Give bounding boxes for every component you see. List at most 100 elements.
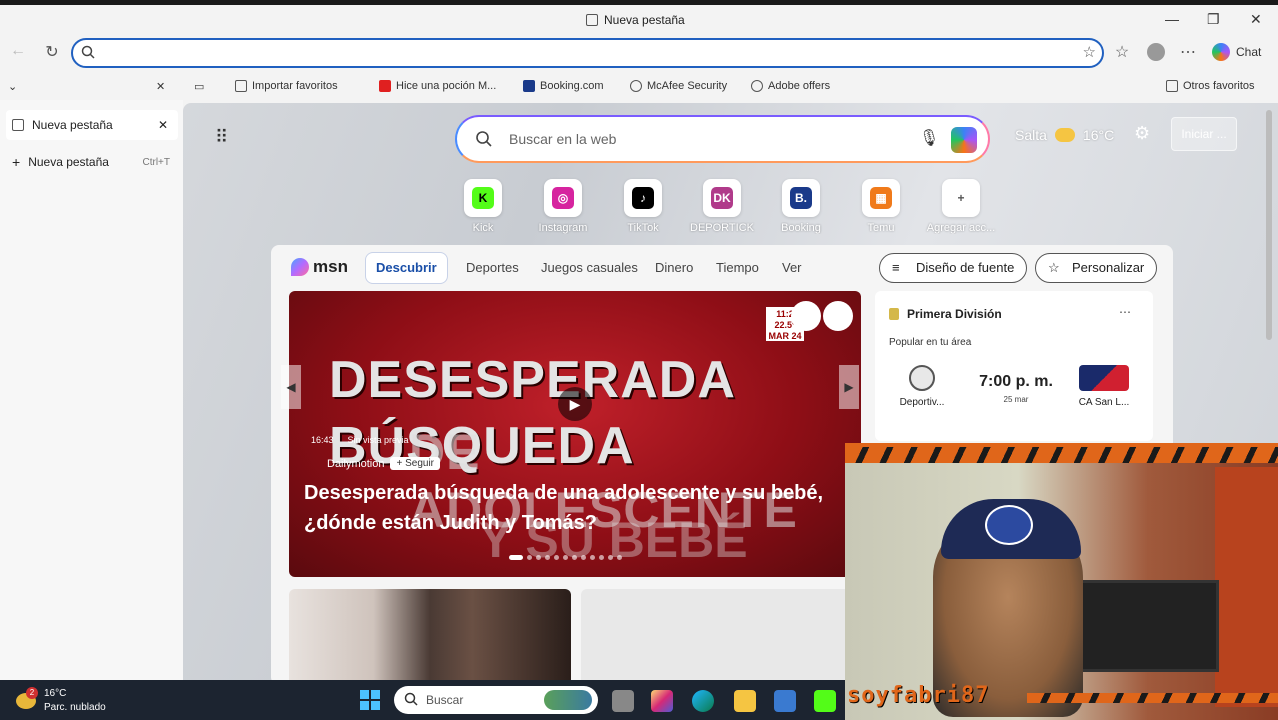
carousel-dot[interactable]: [572, 555, 577, 560]
tab-tiempo[interactable]: Tiempo: [716, 260, 759, 275]
source-design-button[interactable]: ≡ Diseño de fuente: [879, 253, 1028, 283]
quick-link-deportick[interactable]: DK DEPORTICK: [682, 179, 762, 234]
hero-action-button[interactable]: [823, 301, 853, 331]
quick-link-agregar-acc[interactable]: + Agregar acc...: [921, 179, 1001, 234]
more-options-icon[interactable]: ⋯: [1176, 42, 1200, 62]
favorite-label: Importar favoritos: [252, 80, 338, 92]
msn-logo-text: msn: [313, 257, 348, 276]
favorite-booking[interactable]: Booking.com: [523, 80, 604, 92]
quick-link-tile: ▦: [862, 179, 900, 217]
video-source: Dailymotion + Seguir: [327, 457, 440, 470]
quick-link-icon: ♪: [632, 187, 654, 209]
restore-icon[interactable]: ❐: [1207, 11, 1220, 28]
quick-link-temu[interactable]: ▦ Temu: [841, 179, 921, 234]
carousel-dot[interactable]: [554, 555, 559, 560]
league-icon: [889, 308, 899, 320]
quick-link-booking[interactable]: B. Booking: [761, 179, 841, 234]
personalize-button[interactable]: ☆ Personalizar: [1035, 253, 1158, 283]
carousel-dot[interactable]: [563, 555, 568, 560]
screen: Nueva pestaña — ❐ ✕ ← ↻ ☆ ☆ ⋯ Chat ⌄ ✕ ▭…: [0, 0, 1278, 720]
new-tab-button[interactable]: + Nueva pestaña Ctrl+T: [6, 147, 178, 177]
search-icon: [476, 131, 492, 147]
notification-badge: 2: [26, 687, 38, 699]
hero-video-card[interactable]: DESESPERADA BÚSQUEDA DE ADOLESCENTE Y SU…: [289, 291, 861, 577]
carousel-dot[interactable]: [527, 555, 532, 560]
settings-gear-icon[interactable]: ⚙: [1134, 123, 1150, 144]
apps-grid-icon[interactable]: ⠿: [215, 127, 229, 148]
quick-link-icon: B.: [790, 187, 812, 209]
close-icon[interactable]: ✕: [1250, 11, 1262, 28]
carousel-dot[interactable]: [536, 555, 541, 560]
favorite-youtube[interactable]: Hice una poción M...: [379, 80, 496, 92]
tab-dinero[interactable]: Dinero: [655, 260, 693, 275]
home-team: Deportiv...: [887, 361, 957, 408]
close-tab-icon[interactable]: ✕: [158, 118, 168, 132]
favorites-icon[interactable]: ☆: [1110, 42, 1134, 62]
sidebar-tab-active[interactable]: Nueva pestaña ✕: [6, 110, 178, 140]
carousel-next-icon[interactable]: ▶: [839, 365, 859, 409]
tab-juegos-casuales[interactable]: Juegos casuales: [541, 260, 638, 275]
instagram-icon[interactable]: [651, 690, 673, 712]
navigation-bar: ← ↻ ☆ ☆ ⋯ Chat: [0, 38, 1278, 70]
sports-card[interactable]: Primera División ⋯ Popular en tu área De…: [875, 291, 1153, 441]
tab-label: Nueva pestaña: [32, 118, 113, 132]
play-icon[interactable]: ▶: [558, 387, 592, 421]
taskbar-search[interactable]: Buscar: [394, 686, 598, 714]
refresh-icon[interactable]: ↻: [40, 42, 64, 62]
scrollbar[interactable]: [1266, 110, 1272, 340]
hero-headline[interactable]: Desesperada búsqueda de una adolescente …: [304, 478, 834, 538]
web-search-box[interactable]: Buscar en la web 🎙: [455, 115, 990, 163]
other-favorites[interactable]: Otros favoritos: [1166, 80, 1255, 92]
taskbar-weather[interactable]: 2 16°C Parc. nublado: [16, 687, 106, 715]
carousel-dot[interactable]: [617, 555, 622, 560]
title-bar: Nueva pestaña — ❐ ✕: [0, 0, 1278, 38]
carousel-dot[interactable]: [599, 555, 604, 560]
copilot-icon[interactable]: [951, 127, 977, 153]
file-explorer-icon[interactable]: [734, 690, 756, 712]
team-crest-icon: [1079, 365, 1129, 391]
more-icon[interactable]: ⋯: [1119, 305, 1131, 319]
favorite-star-icon[interactable]: ☆: [1083, 43, 1096, 61]
sign-in-button[interactable]: Iniciar ...: [1171, 117, 1237, 151]
news-thumbnail[interactable]: [289, 589, 571, 680]
unpin-icon[interactable]: ✕: [156, 80, 165, 93]
tab-actions-icon[interactable]: ▭: [194, 80, 204, 93]
windows-start-icon[interactable]: [360, 690, 380, 710]
favorite-adobe[interactable]: Adobe offers: [751, 80, 830, 92]
quick-link-instagram[interactable]: ◎ Instagram: [523, 179, 603, 234]
back-icon[interactable]: ←: [6, 42, 30, 60]
carousel-dot[interactable]: [581, 555, 586, 560]
favorite-import[interactable]: Importar favoritos: [235, 80, 338, 92]
store-icon[interactable]: [774, 690, 796, 712]
msn-logo[interactable]: msn: [291, 257, 348, 277]
microphone-icon[interactable]: 🎙: [919, 128, 939, 148]
news-thumbnail[interactable]: [581, 589, 861, 680]
collapse-icon[interactable]: ⌄: [8, 80, 17, 93]
favorite-label: Booking.com: [540, 80, 604, 92]
streamer-name: soyfabri87: [847, 683, 990, 708]
tab-deportes[interactable]: Deportes: [466, 260, 519, 275]
chat-button[interactable]: Chat: [1212, 43, 1261, 61]
task-view-icon[interactable]: [612, 690, 634, 712]
carousel-dot[interactable]: [509, 555, 523, 560]
quick-link-tiktok[interactable]: ♪ TikTok: [603, 179, 683, 234]
carousel-prev-icon[interactable]: ◀: [281, 365, 301, 409]
search-icon: [404, 692, 418, 706]
favorite-mcafee[interactable]: McAfee Security: [630, 80, 727, 92]
match-time: 7:00 p. m.: [979, 373, 1053, 390]
window-title: Nueva pestaña: [586, 13, 685, 27]
follow-button[interactable]: + Seguir: [390, 457, 440, 470]
tab-descubrir[interactable]: Descubrir: [365, 252, 448, 284]
carousel-dot[interactable]: [545, 555, 550, 560]
address-bar[interactable]: ☆: [71, 38, 1104, 68]
tab-ver[interactable]: Ver: [782, 260, 802, 275]
quick-link-kick[interactable]: K Kick: [443, 179, 523, 234]
carousel-dot[interactable]: [590, 555, 595, 560]
edge-icon[interactable]: [692, 690, 714, 712]
hero-action-button[interactable]: [791, 301, 821, 331]
kick-icon[interactable]: [814, 690, 836, 712]
weather-widget[interactable]: Salta 16°C: [1015, 127, 1114, 143]
carousel-dot[interactable]: [608, 555, 613, 560]
minimize-icon[interactable]: —: [1165, 11, 1179, 27]
avatar[interactable]: [1144, 43, 1168, 66]
